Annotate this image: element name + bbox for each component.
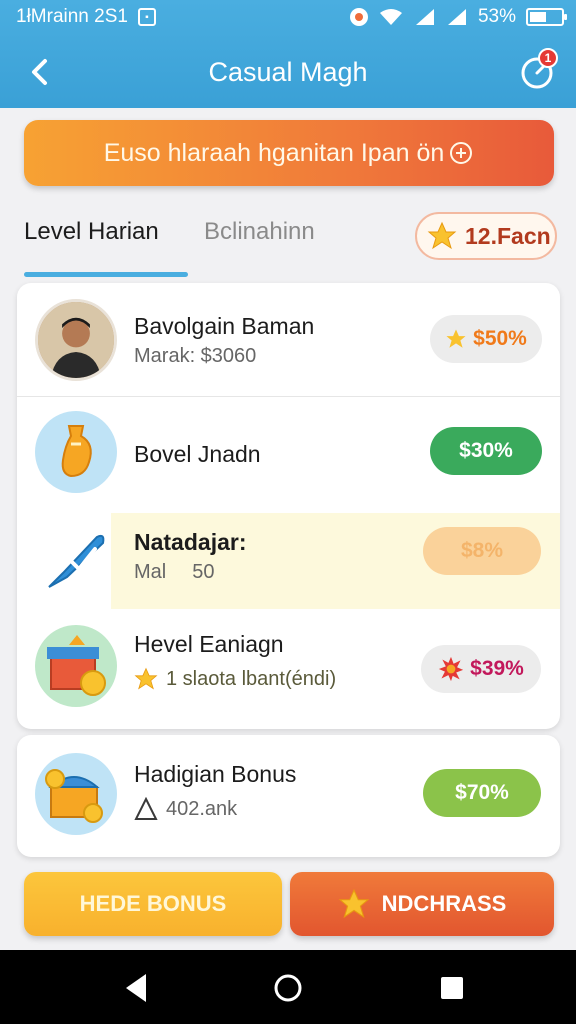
reward-pill-label: $39% — [470, 657, 524, 680]
list-item-subtitle-text: 402.ank — [166, 797, 238, 820]
tab-bar: Level Harian Bclinahinn 12.Facn — [0, 200, 576, 280]
coin-balance-chip[interactable]: 12.Facn — [415, 212, 557, 260]
vase-icon — [61, 425, 92, 478]
list-item[interactable]: Natadajar: Mal 50 $8% — [17, 513, 560, 619]
record-icon — [349, 8, 368, 26]
status-time: 1łMrainn 2S1 — [16, 6, 128, 27]
nav-back-icon[interactable] — [118, 970, 154, 1006]
app-title: Casual Magh — [208, 56, 368, 87]
list-item-subtitle: 402.ank — [134, 797, 237, 821]
list-item-subtitle: 1 slaota lbant(éndi) — [134, 667, 336, 691]
notification-badge: 1 — [538, 48, 558, 68]
reward-pill-label: $70% — [455, 781, 509, 804]
list-item-subtitle: Marak: $3060 — [134, 345, 256, 368]
avatar — [35, 299, 117, 381]
warning-triangle-icon — [134, 797, 158, 820]
list-item-subtitle-right: 50 — [192, 561, 215, 583]
item-icon — [35, 519, 117, 601]
item-icon — [35, 753, 117, 835]
navigation-bar — [0, 950, 576, 1024]
reward-pill-label: $50% — [473, 327, 527, 350]
list-item-subtitle-text: 1 slaota lbant(éndi) — [166, 667, 337, 690]
list-item-subtitle-left: Mal — [134, 561, 167, 583]
list-item-subtitle-text: Marak: $3060 — [134, 345, 257, 367]
app-bar: Casual Magh 1 — [0, 40, 576, 104]
list-item[interactable]: Hadigian Bonus 402.ank $70% — [17, 743, 560, 849]
notification-app-icon: ▪ — [137, 8, 156, 26]
wifi-icon — [379, 9, 402, 25]
nav-home-icon[interactable] — [270, 970, 306, 1006]
list-item[interactable]: Hevel Eaniagn 1 slaota lbant(éndi) $39% — [17, 609, 560, 715]
purchase-button-label: NDCHRASS — [381, 891, 507, 916]
signal-icon-2 — [447, 9, 466, 25]
list-item-title: Bovel Jnadn — [134, 441, 261, 467]
reward-pill[interactable]: $8% — [423, 527, 541, 575]
back-button[interactable] — [20, 52, 60, 92]
list-item-title: Natadajar: — [134, 529, 247, 555]
list-item[interactable]: Bovel Jnadn $30% — [17, 396, 560, 502]
bonus-card: Hadigian Bonus 402.ank $70% — [17, 735, 560, 857]
star-icon — [338, 888, 369, 919]
bonus-button[interactable]: HEDE BONUS — [24, 872, 282, 936]
reward-pill[interactable]: $39% — [421, 645, 541, 693]
signal-icon — [415, 9, 434, 25]
chevron-left-icon — [32, 59, 47, 85]
burst-icon — [439, 656, 464, 682]
list-item-subtitle: Mal 50 — [134, 561, 214, 584]
item-icon — [35, 411, 117, 493]
purchase-button[interactable]: NDCHRASS — [290, 872, 554, 936]
star-icon — [446, 329, 466, 348]
reward-pill[interactable]: $70% — [423, 769, 541, 817]
notification-settings-button[interactable]: 1 — [518, 48, 558, 92]
mission-list: Bavolgain Baman Marak: $3060 $50% Bovel … — [17, 283, 560, 729]
info-circle-icon — [450, 142, 473, 164]
list-item-title: Bavolgain Baman — [134, 313, 315, 339]
tab-level-harian[interactable]: Level Harian — [24, 218, 159, 246]
status-bar: 1łMrainn 2S1 ▪ 53% — [0, 0, 576, 34]
reward-pill-label: $8% — [460, 539, 504, 562]
star-icon — [134, 667, 158, 690]
bonus-button-label: HEDE BONUS — [79, 891, 227, 916]
list-item-title: Hevel Eaniagn — [134, 631, 284, 657]
list-item[interactable]: Bavolgain Baman Marak: $3060 $50% — [17, 289, 560, 395]
treasure-chest-icon — [45, 769, 103, 823]
battery-fill — [530, 12, 546, 22]
promo-banner-text: Euso hlaraah hganitan Ipan ön — [103, 138, 445, 167]
gift-box-icon — [47, 635, 106, 696]
reward-pill[interactable]: $50% — [430, 315, 542, 363]
user-photo-icon — [38, 302, 114, 378]
battery-icon — [526, 8, 567, 26]
rocket-check-icon — [48, 534, 105, 588]
reward-pill[interactable]: $30% — [430, 427, 542, 475]
reward-pill-label: $30% — [459, 439, 513, 462]
nav-recents-icon[interactable] — [434, 970, 470, 1006]
star-icon — [427, 221, 457, 250]
tab-bclinahinn[interactable]: Bclinahinn — [204, 218, 315, 246]
promo-banner[interactable]: Euso hlaraah hganitan Ipan ön — [24, 120, 554, 186]
battery-percent: 53% — [477, 6, 516, 27]
tab-indicator — [24, 272, 188, 277]
list-item-title: Hadigian Bonus — [134, 761, 297, 787]
item-icon — [35, 625, 117, 707]
header: 1łMrainn 2S1 ▪ 53% Casual Magh 1 — [0, 0, 576, 108]
coin-balance-label: 12.Facn — [465, 222, 551, 249]
